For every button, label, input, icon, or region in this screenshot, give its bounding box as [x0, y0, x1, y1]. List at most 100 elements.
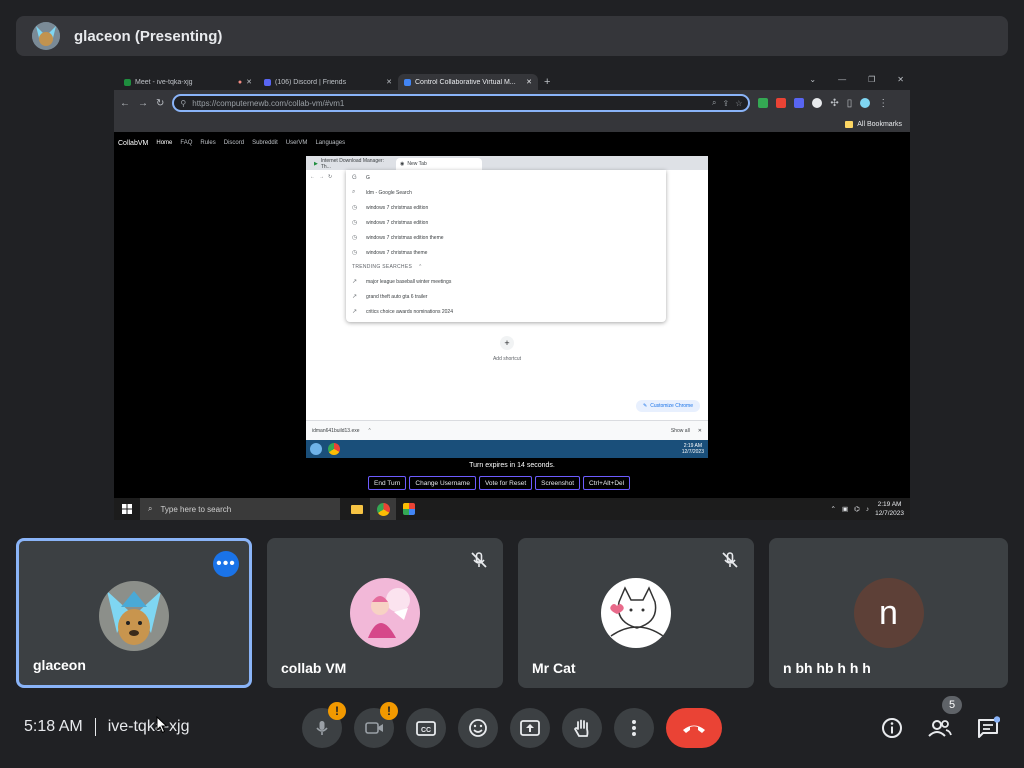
- vm-back-icon[interactable]: ←: [310, 174, 315, 180]
- suggestion-item[interactable]: ◷ windows 7 christmas edition: [346, 200, 666, 215]
- customize-chrome-button[interactable]: ✎ Customize Chrome: [636, 400, 700, 412]
- trending-item[interactable]: ↗ grand theft auto gta 6 trailer: [346, 289, 666, 304]
- tray-app-icon[interactable]: ▣: [842, 505, 848, 513]
- zoom-icon[interactable]: ⌕: [712, 98, 716, 108]
- vm-start-icon[interactable]: [310, 443, 322, 455]
- close-icon[interactable]: ✕: [386, 78, 392, 86]
- end-call-icon: [683, 725, 705, 733]
- browser-tab-collabvm[interactable]: Control Collaborative Virtual M... ✕: [398, 74, 538, 90]
- vote-reset-button[interactable]: Vote for Reset: [478, 476, 533, 490]
- download-file[interactable]: idman641build13.exe: [312, 428, 360, 434]
- more-options-icon[interactable]: •••: [213, 551, 239, 577]
- profile-avatar[interactable]: [860, 98, 871, 108]
- suggestion-item[interactable]: ◷ windows 7 christmas theme: [346, 245, 666, 260]
- app-taskbar-icon[interactable]: [396, 498, 422, 520]
- nav-rules[interactable]: Rules: [200, 140, 215, 146]
- vm-tab-newtab[interactable]: ◉ New Tab: [396, 158, 482, 170]
- participant-tile-n[interactable]: n n bh hb h h h: [769, 538, 1008, 688]
- extension-icon[interactable]: [812, 98, 823, 108]
- taskbar-search[interactable]: ⌕ Type here to search: [140, 498, 340, 520]
- reload-icon[interactable]: ↻: [156, 98, 164, 109]
- close-icon[interactable]: ✕: [526, 78, 532, 86]
- close-window-icon[interactable]: ✕: [897, 75, 904, 84]
- share-icon[interactable]: ⇪: [723, 99, 730, 108]
- restore-icon[interactable]: ❐: [868, 75, 875, 84]
- address-bar[interactable]: ⚲ https://computernewb.com/collab-vm/#vm…: [172, 94, 751, 112]
- nav-faq[interactable]: FAQ: [180, 140, 192, 146]
- omnibox-suggestions: GG ⌕ ldm - Google Search ◷ windows 7 chris…: [346, 170, 666, 322]
- vm-forward-icon[interactable]: →: [319, 174, 324, 180]
- reactions-button[interactable]: [458, 708, 498, 748]
- trending-item[interactable]: ↗ major league baseball winter meetings: [346, 274, 666, 289]
- browser-tab-discord[interactable]: (106) Discord | Friends ✕: [258, 74, 398, 90]
- end-turn-button[interactable]: End Turn: [368, 476, 407, 490]
- mic-off-icon: [720, 550, 740, 570]
- present-screen-icon: [520, 720, 540, 736]
- omnibox-input[interactable]: GG: [346, 170, 666, 185]
- more-options-button[interactable]: [614, 708, 654, 748]
- chrome-taskbar-icon[interactable]: [370, 498, 396, 520]
- browser-tab-meet[interactable]: Meet - ive-tqka-xjg ● ✕: [118, 74, 258, 90]
- screenshot-button[interactable]: Screenshot: [535, 476, 581, 490]
- people-button[interactable]: [926, 714, 954, 742]
- nav-languages[interactable]: Languages: [315, 140, 345, 146]
- search-icon: ⌕: [352, 189, 356, 195]
- close-icon[interactable]: ✕: [246, 78, 252, 86]
- vm-reload-icon[interactable]: ↻: [328, 174, 332, 180]
- nav-home[interactable]: Home: [156, 140, 172, 146]
- tab-search-icon[interactable]: ⌄: [809, 75, 816, 84]
- meeting-details-button[interactable]: [878, 714, 906, 742]
- site-info-icon[interactable]: ⚲: [180, 99, 186, 108]
- back-icon[interactable]: ←: [120, 98, 130, 109]
- add-shortcut[interactable]: + Add shortcut: [482, 336, 532, 362]
- extension-icon[interactable]: [758, 98, 769, 108]
- microphone-button[interactable]: !: [302, 702, 346, 748]
- taskbar-clock[interactable]: 2:19 AM 12/7/2023: [875, 500, 904, 518]
- ctrl-alt-del-button[interactable]: Ctrl+Alt+Del: [583, 476, 631, 490]
- suggestion-item[interactable]: ⌕ ldm - Google Search: [346, 185, 666, 200]
- suggestion-item[interactable]: ◷ windows 7 christmas edition: [346, 215, 666, 230]
- extension-icon[interactable]: [794, 98, 805, 108]
- chevron-up-icon[interactable]: ⌃: [418, 264, 423, 270]
- tray-network-icon[interactable]: ⌬: [854, 505, 860, 513]
- forward-icon[interactable]: →: [138, 98, 148, 109]
- trending-item[interactable]: ↗ critics choice awards nominations 2024: [346, 304, 666, 319]
- suggestion-item[interactable]: ◷ windows 7 christmas edition theme: [346, 230, 666, 245]
- new-tab-icon[interactable]: +: [544, 76, 550, 88]
- change-username-button[interactable]: Change Username: [409, 476, 476, 490]
- windows-start-icon[interactable]: [114, 498, 140, 520]
- vm-display[interactable]: ▶ Internet Download Manager: Th... ◉ New T…: [306, 156, 708, 458]
- captions-button[interactable]: CC: [406, 708, 446, 748]
- extension-icon[interactable]: [776, 98, 787, 108]
- vm-tab-idm[interactable]: ▶ Internet Download Manager: Th...: [310, 158, 396, 170]
- mouse-cursor-icon: [156, 715, 168, 739]
- collabvm-brand[interactable]: CollabVM: [118, 140, 148, 147]
- bookmark-star-icon[interactable]: ☆: [735, 99, 742, 108]
- nav-discord[interactable]: Discord: [224, 140, 244, 146]
- all-bookmarks-link[interactable]: All Bookmarks: [857, 121, 902, 128]
- nav-uservm[interactable]: UserVM: [286, 140, 308, 146]
- raise-hand-button[interactable]: [562, 708, 602, 748]
- minimize-icon[interactable]: —: [838, 75, 846, 84]
- leave-call-button[interactable]: [666, 708, 722, 748]
- participant-tile-mr-cat[interactable]: Mr Cat: [518, 538, 754, 688]
- extensions-puzzle-icon[interactable]: ✣: [830, 98, 838, 109]
- chrome-menu-icon[interactable]: ⋮: [878, 98, 888, 109]
- tray-volume-icon[interactable]: ♪: [866, 506, 869, 513]
- vm-chrome-icon[interactable]: [328, 443, 340, 455]
- captions-icon: CC: [416, 721, 436, 736]
- show-all-button[interactable]: Show all: [671, 428, 690, 434]
- close-icon[interactable]: ✕: [698, 428, 702, 434]
- camera-button[interactable]: !: [354, 702, 398, 748]
- chat-button[interactable]: [974, 714, 1002, 742]
- nav-subreddit[interactable]: Subreddit: [252, 140, 278, 146]
- tray-chevron-icon[interactable]: ⌃: [831, 505, 836, 513]
- svg-text:CC: CC: [421, 727, 431, 734]
- participant-tile-glaceon[interactable]: ••• glaceon: [16, 538, 252, 688]
- chevron-up-icon[interactable]: ⌃: [368, 428, 372, 434]
- side-panel-icon[interactable]: ▯: [847, 98, 853, 109]
- file-explorer-icon[interactable]: [344, 498, 370, 520]
- present-button[interactable]: [510, 708, 550, 748]
- history-icon: ◷: [352, 235, 358, 241]
- participant-tile-collab-vm[interactable]: collab VM: [267, 538, 503, 688]
